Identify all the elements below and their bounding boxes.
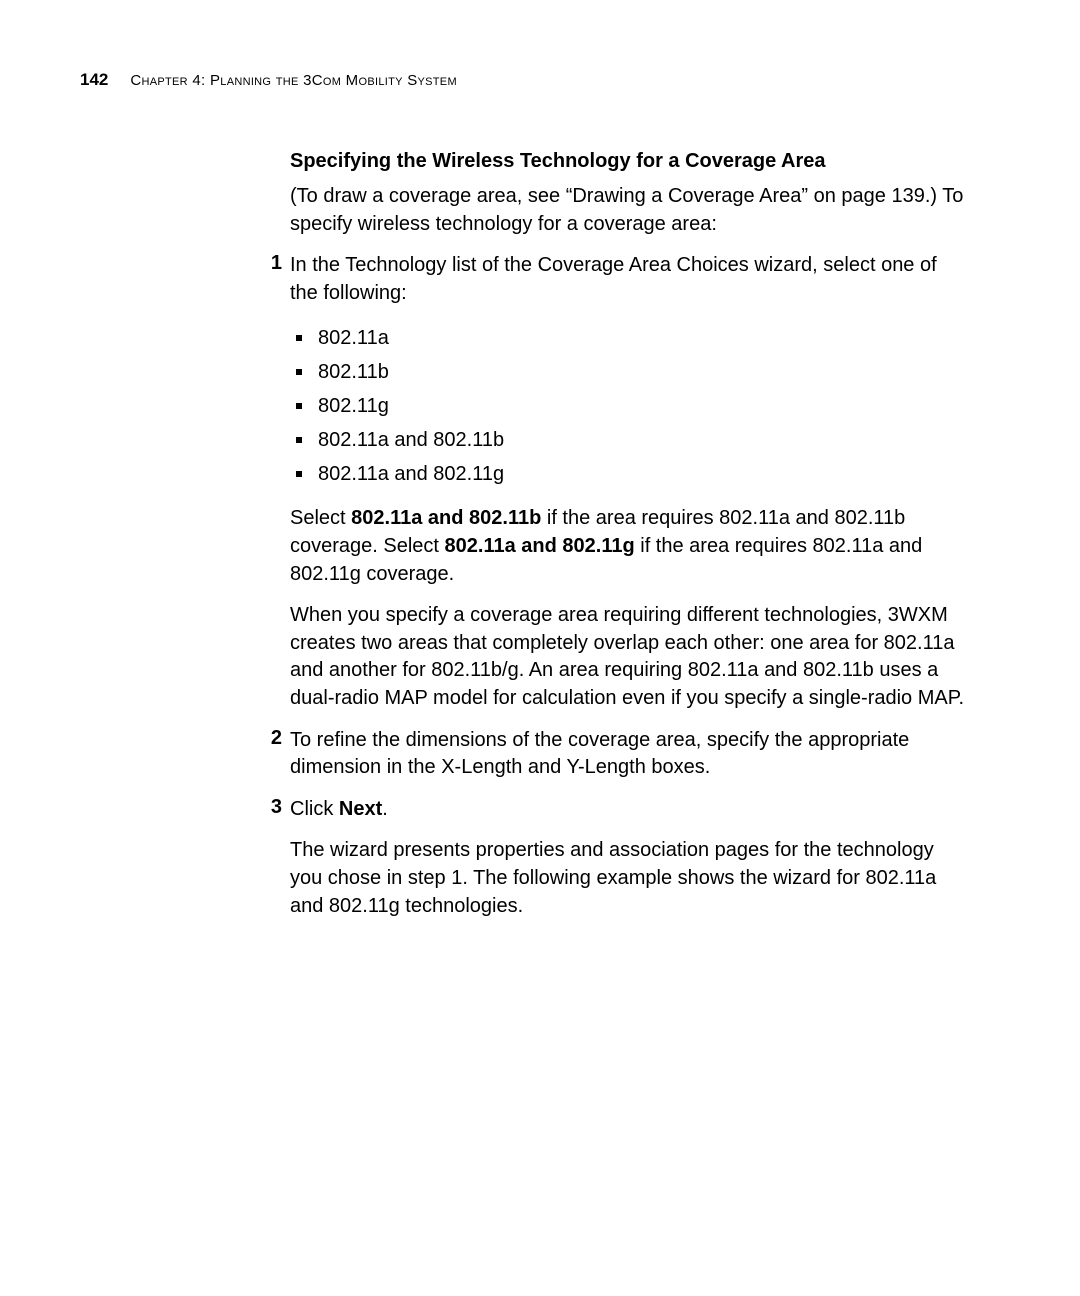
section-heading: Specifying the Wireless Technology for a… [290, 150, 970, 173]
step: 2To refine the dimensions of the coverag… [290, 727, 970, 782]
intro-paragraph: (To draw a coverage area, see “Drawing a… [290, 183, 970, 238]
step-body: Click Next. [290, 796, 970, 824]
paragraph: When you specify a coverage area requiri… [290, 602, 970, 712]
list-item: 802.11a [290, 321, 970, 355]
page-header: 142 Chapter 4: Planning the 3Com Mobilit… [80, 70, 970, 90]
paragraph: The wizard presents properties and assoc… [290, 837, 970, 920]
step-number: 2 [262, 727, 282, 750]
main-content: Specifying the Wireless Technology for a… [290, 150, 970, 920]
step: 1In the Technology list of the Coverage … [290, 252, 970, 307]
step-number: 3 [262, 796, 282, 819]
list-item: 802.11b [290, 355, 970, 389]
step-body: To refine the dimensions of the coverage… [290, 727, 970, 782]
paragraph: Select 802.11a and 802.11b if the area r… [290, 505, 970, 588]
page-number: 142 [80, 70, 108, 90]
bullet-list: 802.11a802.11b802.11g802.11a and 802.11b… [290, 321, 970, 491]
step-body: In the Technology list of the Coverage A… [290, 252, 970, 307]
list-item: 802.11g [290, 389, 970, 423]
chapter-label: Chapter 4: Planning the 3Com Mobility Sy… [130, 72, 457, 89]
step-number: 1 [262, 252, 282, 275]
step: 3Click Next. [290, 796, 970, 824]
list-item: 802.11a and 802.11g [290, 457, 970, 491]
list-item: 802.11a and 802.11b [290, 423, 970, 457]
